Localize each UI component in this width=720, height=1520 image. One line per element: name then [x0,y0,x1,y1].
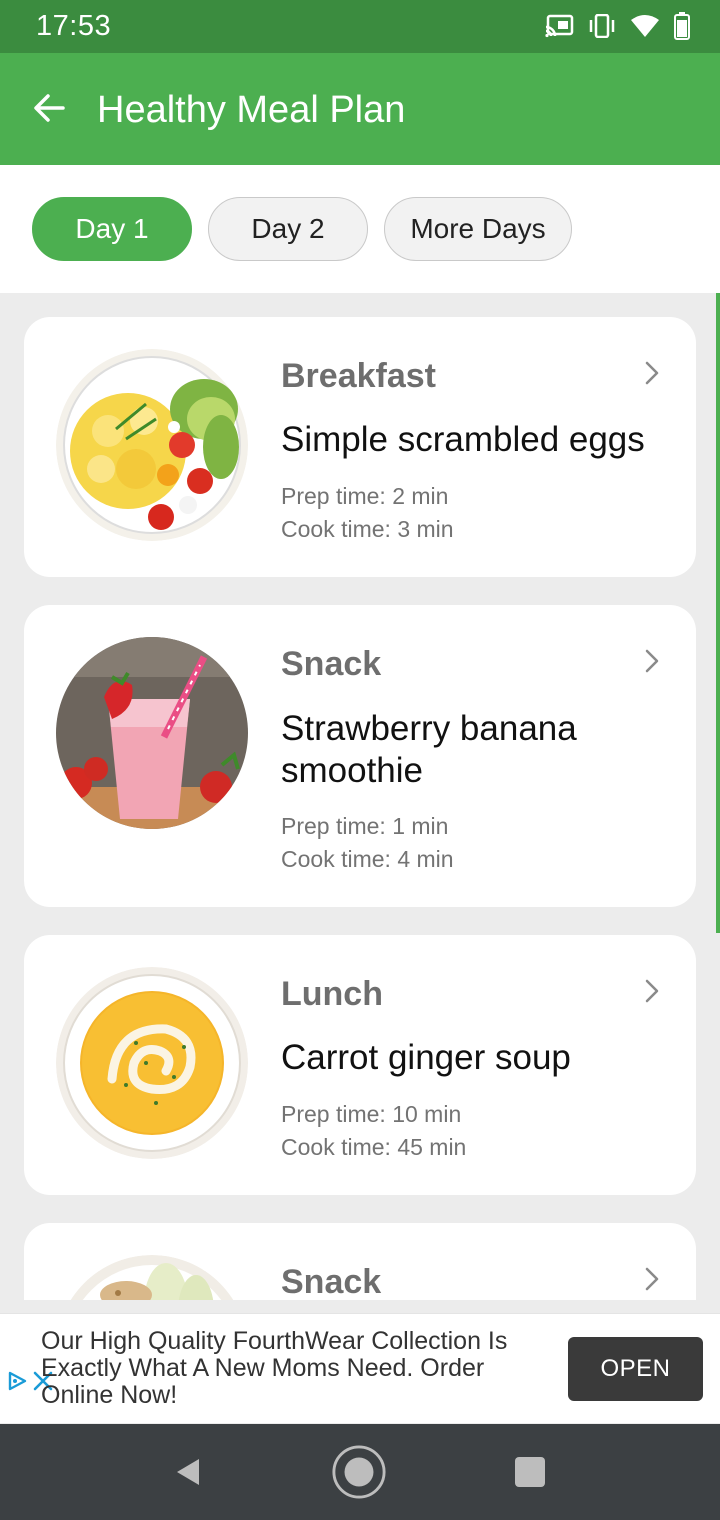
meal-type: Snack [281,645,382,683]
meal-type: Lunch [281,975,383,1013]
chevron-right-icon [645,361,659,385]
scrollbar[interactable] [716,293,720,933]
meal-card-breakfast[interactable]: Breakfast Simple scrambled eggs Prep tim… [24,317,696,577]
page-title: Healthy Meal Plan [97,89,406,131]
nav-home-button[interactable] [331,1444,387,1500]
system-nav-bar [0,1424,720,1520]
apple-slices-image [56,1255,248,1300]
back-icon [177,1459,199,1485]
tab-day-1[interactable]: Day 1 [32,197,192,261]
wifi-icon [630,14,660,38]
cast-icon [544,14,574,38]
prep-time: Prep time: 10 min [281,1101,462,1127]
battery-icon [674,12,690,40]
tab-more-days[interactable]: More Days [384,197,572,261]
meal-card-snack[interactable]: Snack Strawberry banana smoothie Prep ti… [24,605,696,907]
status-bar: 17:53 [0,0,720,53]
ad-open-button[interactable]: OPEN [568,1337,703,1401]
meal-type: Snack [281,1263,382,1300]
chevron-right-icon [645,1267,659,1291]
arrow-left-icon [34,94,65,122]
meal-name: Simple scrambled eggs [281,420,645,459]
prep-time: Prep time: 2 min [281,483,449,509]
home-icon [332,1445,386,1499]
day-tabs: Day 1 Day 2 More Days [0,165,720,293]
ad-text[interactable]: Our High Quality FourthWear Collection I… [41,1328,551,1409]
carrot-soup-image [56,967,248,1159]
tab-day-2[interactable]: Day 2 [208,197,368,261]
recents-icon [515,1457,545,1487]
meal-type: Breakfast [281,357,436,395]
strawberry-smoothie-image [56,637,248,829]
prep-time: Prep time: 1 min [281,813,449,839]
cook-time: Cook time: 3 min [281,516,454,542]
cook-time: Cook time: 4 min [281,846,454,872]
adchoices-icon [8,1371,27,1391]
meal-list[interactable]: Breakfast Simple scrambled eggs Prep tim… [0,293,720,1300]
status-icons [544,12,690,40]
back-button[interactable] [24,83,74,133]
ad-banner[interactable]: Our High Quality FourthWear Collection I… [0,1313,720,1423]
meal-card-lunch[interactable]: Lunch Carrot ginger soup Prep time: 10 m… [24,935,696,1195]
app-bar: Healthy Meal Plan [0,53,720,165]
chevron-right-icon [645,979,659,1003]
vibrate-icon [588,14,616,38]
nav-back-button[interactable] [160,1444,216,1500]
nav-recents-button[interactable] [502,1444,558,1500]
meal-name: Strawberry banana smoothie [281,709,577,790]
scrambled-eggs-image [56,349,248,541]
meal-name: Carrot ginger soup [281,1038,571,1077]
chevron-right-icon [645,649,659,673]
cook-time: Cook time: 45 min [281,1134,467,1160]
status-time: 17:53 [36,10,112,42]
meal-card-snack-2[interactable]: Snack [24,1223,696,1300]
